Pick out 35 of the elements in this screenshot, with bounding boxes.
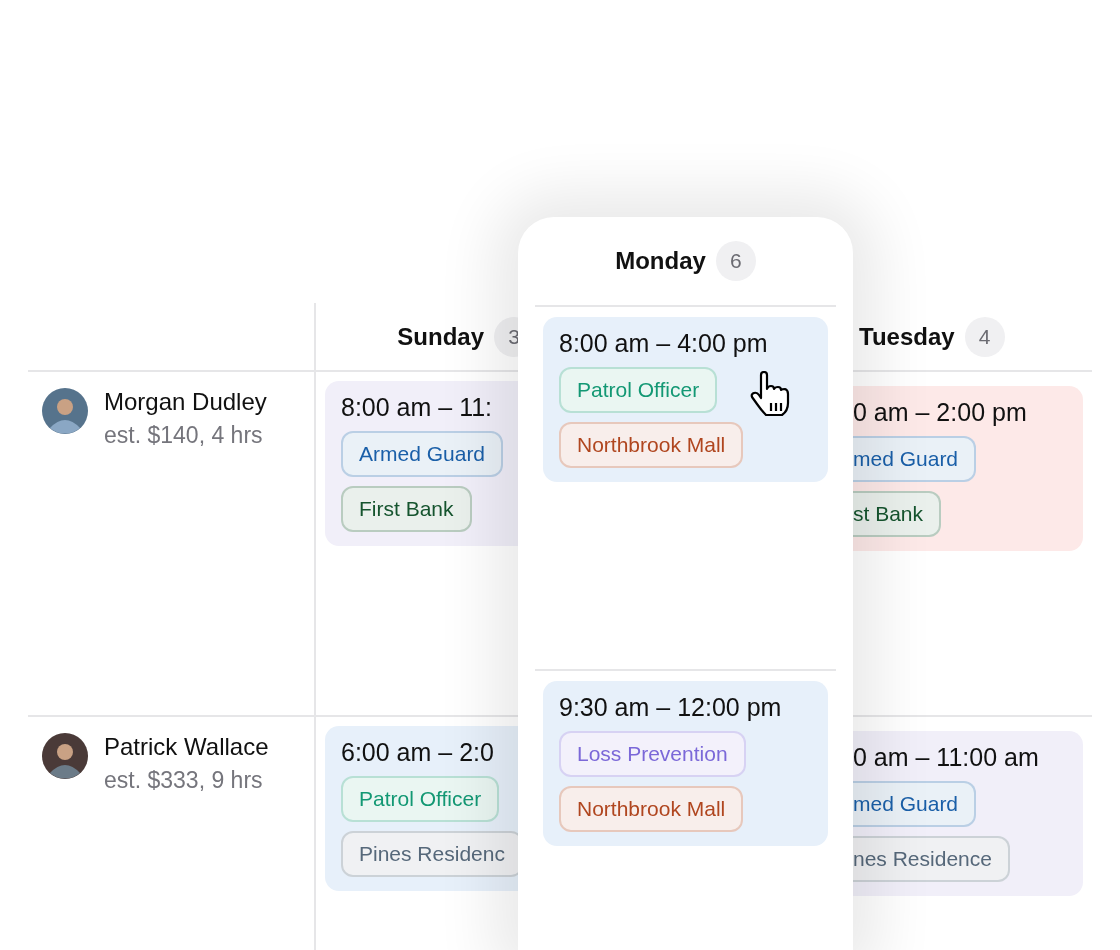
shift-tag: med Guard — [853, 781, 977, 827]
shift-tag: Loss Prevention — [559, 731, 746, 777]
shift-count: 4 — [964, 316, 1005, 357]
staff-name: Patrick Wallace — [104, 733, 269, 761]
shift-tag: Northbrook Mall — [559, 786, 744, 832]
shift-tag: Armed Guard — [341, 431, 504, 477]
day-title: Tuesday — [859, 322, 955, 351]
shift-time: 0 am – 2:00 pm — [853, 398, 1027, 427]
shift-card[interactable]: 0 am – 2:00 pm med Guard st Bank — [853, 386, 1083, 551]
shift-tag: med Guard — [853, 436, 977, 482]
shift-tag: st Bank — [853, 491, 942, 537]
shift-tag: First Bank — [341, 486, 472, 532]
shift-card[interactable]: 8:00 am – 4:00 pm Patrol Officer Northbrook Mall — [543, 317, 828, 482]
avatar — [42, 733, 88, 779]
day-title: Sunday — [397, 322, 484, 351]
pay-estimate: est. $333, 9 hrs — [104, 767, 264, 794]
shift-tag: Patrol Officer — [341, 776, 500, 822]
shift-tag: Northbrook Mall — [559, 422, 744, 468]
shift-card[interactable]: 8:00 am – 11: Armed Guard First Bank — [325, 381, 518, 546]
shift-card[interactable]: 9:30 am – 12:00 pm Loss Prevention Northbrook Mall — [543, 681, 828, 846]
shift-tag: nes Residence — [853, 836, 1010, 882]
shift-time: 9:30 am – 12:00 pm — [559, 693, 782, 722]
shift-tag: Patrol Officer — [559, 367, 718, 413]
shift-tag: Pines Residenc — [341, 831, 518, 877]
shift-time: 0 am – 11:00 am — [853, 743, 1039, 772]
staff-name: Morgan Dudley — [104, 388, 267, 416]
shift-time: 8:00 am – 4:00 pm — [559, 329, 768, 358]
avatar — [42, 388, 88, 434]
day-title: Monday — [615, 247, 706, 275]
shift-time: 8:00 am – 11: — [341, 393, 493, 422]
shift-count: 6 — [715, 241, 756, 281]
shift-card[interactable]: 6:00 am – 2:0 Patrol Officer Pines Residenc — [325, 726, 518, 891]
shift-time: 6:00 am – 2:0 — [341, 738, 494, 767]
pay-estimate: est. $140, 4 hrs — [104, 422, 264, 449]
shift-card[interactable]: 0 am – 11:00 am med Guard nes Residence — [853, 731, 1083, 896]
